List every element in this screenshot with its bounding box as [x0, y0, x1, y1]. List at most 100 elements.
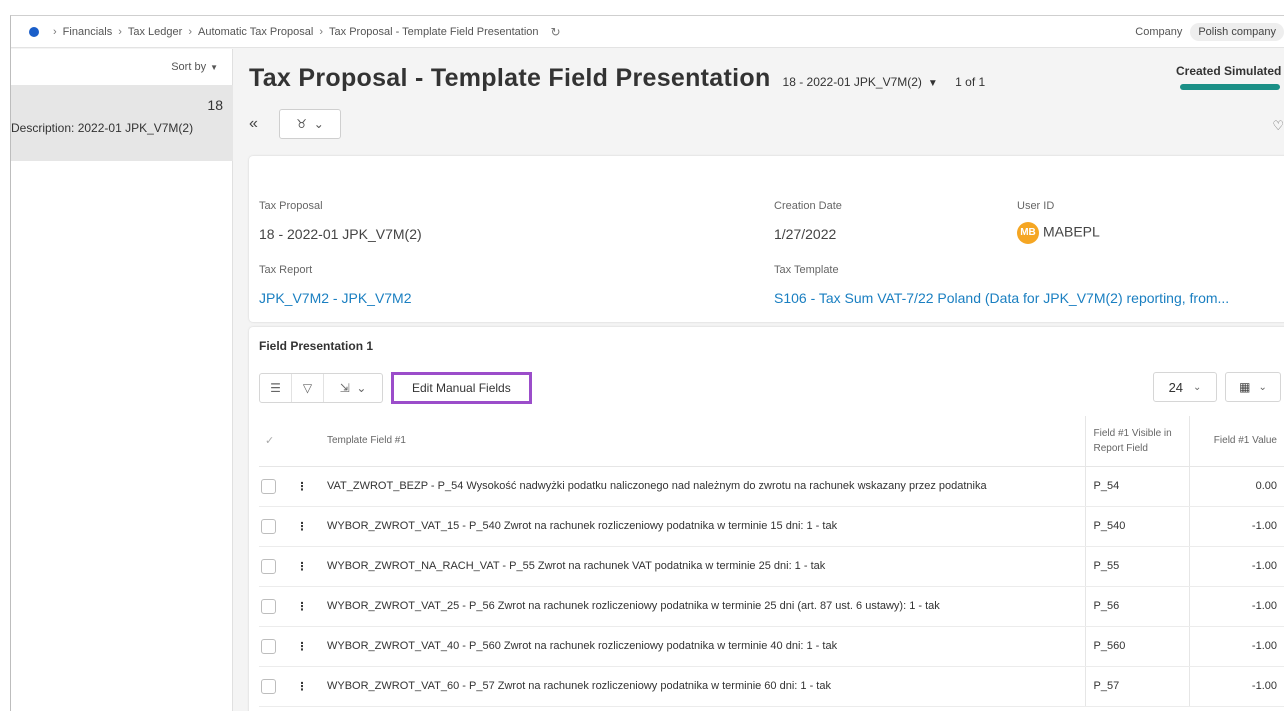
more-options-icon[interactable]: ⋮ — [287, 506, 317, 547]
avatar: MB — [1017, 222, 1039, 244]
description-value: 2022-01 JPK_V7M(2) — [77, 121, 194, 135]
status-indicator: Created Simulated — [1176, 64, 1282, 90]
chevron-right-icon: › — [53, 25, 57, 38]
tax-template-label: Tax Template — [774, 264, 839, 276]
list-item-description: Description: 2022-01 JPK_V7M(2) — [11, 121, 233, 135]
field-value-cell: -1.00 — [1188, 506, 1284, 547]
column-header-template-field[interactable]: Template Field #1 — [317, 416, 1085, 467]
collapse-panel-icon[interactable]: « — [249, 115, 269, 133]
table-header-row: ✓ Template Field #1 Field #1 Visible in … — [259, 416, 1284, 467]
more-options-icon[interactable]: ⋮ — [287, 666, 317, 707]
table-toolbar: ☰ ▽ ⇲ ⌄ Edit Manual Fields — [259, 372, 532, 404]
company-label: Company — [1135, 26, 1183, 38]
select-all-checkbox[interactable]: ✓ — [259, 416, 287, 467]
table-row[interactable]: ⋮ WYBOR_ZWROT_NA_RACH_VAT - P_55 Zwrot n… — [259, 546, 1284, 587]
record-count: 1 of 1 — [955, 75, 986, 89]
table-row[interactable]: ⋮ WYBOR_ZWROT_VAT_60 - P_57 Zwrot na rac… — [259, 666, 1284, 707]
record-selector-value: 18 - 2022-01 JPK_V7M(2) — [782, 75, 922, 89]
caret-down-icon: ▼ — [210, 63, 218, 72]
record-list-panel: Sort by ▼ 18 Description: 2022-01 JPK_V7M… — [11, 49, 233, 711]
notification-menu-button[interactable]: ♉ ⌄ — [279, 109, 341, 139]
tax-report-link[interactable]: JPK_V7M2 - JPK_V7M2 — [259, 290, 412, 306]
chevron-down-icon: ⌄ — [1193, 381, 1202, 393]
breadcrumb-item-financials[interactable]: Financials — [63, 26, 113, 38]
tax-template-link[interactable]: S106 - Tax Sum VAT-7/22 Poland (Data for… — [774, 290, 1229, 306]
field-value-cell: 0.00 — [1188, 466, 1284, 507]
page-size-select[interactable]: 24 ⌄ — [1153, 372, 1217, 402]
export-icon: ⇲ — [339, 381, 350, 395]
row-checkbox[interactable] — [261, 518, 276, 534]
field-value-cell: -1.00 — [1188, 546, 1284, 587]
table-row[interactable]: ⋮ WYBOR_ZWROT_VAT_25 - P_56 Zwrot na rac… — [259, 586, 1284, 627]
tax-template-field: Tax Template S106 - Tax Sum VAT-7/22 Pol… — [774, 264, 1229, 306]
home-icon[interactable] — [29, 26, 39, 37]
chevron-right-icon: › — [118, 25, 122, 38]
record-selector[interactable]: 18 - 2022-01 JPK_V7M(2) ▼ 1 of 1 — [783, 75, 986, 89]
row-checkbox[interactable] — [261, 678, 276, 694]
status-label: Created Simulated — [1176, 64, 1282, 78]
template-field-cell: WYBOR_ZWROT_VAT_15 - P_540 Zwrot na rach… — [317, 506, 1085, 547]
user-id-value: MABEPL — [1043, 223, 1100, 240]
user-id-label: User ID — [1017, 200, 1055, 212]
field-presentation-card: Field Presentation 1 ☰ ▽ ⇲ ⌄ Edit Manual… — [249, 327, 1284, 711]
chevron-down-icon: ⌄ — [1258, 381, 1267, 393]
caret-down-icon[interactable]: ▼ — [928, 78, 938, 89]
more-options-icon[interactable]: ⋮ — [287, 466, 317, 507]
column-settings-button[interactable]: ▦ ⌄ — [1225, 372, 1281, 402]
tax-report-label: Tax Report — [259, 264, 313, 276]
more-options-icon[interactable]: ⋮ — [287, 626, 317, 667]
chevron-down-icon: ⌄ — [313, 117, 324, 131]
column-header-visible-report-field[interactable]: Field #1 Visible in Report Field — [1084, 416, 1189, 467]
edit-manual-fields-button[interactable]: Edit Manual Fields — [391, 372, 532, 404]
list-view-icon[interactable]: ☰ — [260, 374, 292, 402]
breadcrumb-item-current: Tax Proposal - Template Field Presentati… — [329, 25, 539, 38]
more-options-icon[interactable]: ⋮ — [287, 546, 317, 587]
list-item[interactable]: 18 Description: 2022-01 JPK_V7M(2) — [11, 85, 233, 161]
row-checkbox[interactable] — [261, 558, 276, 574]
field-table: ✓ Template Field #1 Field #1 Visible in … — [259, 416, 1284, 707]
row-checkbox[interactable] — [261, 598, 276, 614]
row-menu-header — [287, 416, 317, 467]
table-row[interactable]: ⋮ WYBOR_ZWROT_VAT_40 - P_560 Zwrot na ra… — [259, 626, 1284, 667]
user-id-field: User ID MB MABEPL — [1017, 200, 1100, 244]
chevron-right-icon: › — [319, 25, 324, 38]
breadcrumb: › Financials › Tax Ledger › Automatic Ta… — [47, 25, 561, 39]
page-size-value: 24 — [1168, 379, 1184, 395]
export-menu-button[interactable]: ⇲ ⌄ — [324, 374, 382, 402]
field-value-cell: -1.00 — [1188, 666, 1284, 707]
page-toolbar: « ♉ ⌄ — [249, 109, 341, 139]
filter-icon[interactable]: ▽ — [292, 374, 324, 402]
favorite-icon[interactable]: ♡ — [1272, 118, 1284, 134]
check-icon: ✓ — [265, 435, 275, 448]
sort-by-button[interactable]: Sort by ▼ — [171, 61, 218, 73]
tax-proposal-field: Tax Proposal 18 - 2022-01 JPK_V7M(2) — [259, 200, 422, 242]
list-item-id: 18 — [207, 97, 223, 113]
row-checkbox[interactable] — [261, 638, 276, 654]
template-field-cell: WYBOR_ZWROT_VAT_60 - P_57 Zwrot na rachu… — [317, 666, 1085, 707]
row-checkbox[interactable] — [261, 478, 276, 494]
column-header-field-value[interactable]: Field #1 Value — [1188, 416, 1284, 467]
template-field-cell: WYBOR_ZWROT_VAT_25 - P_56 Zwrot na rachu… — [317, 586, 1085, 627]
table-row[interactable]: ⋮ WYBOR_ZWROT_VAT_15 - P_540 Zwrot na ra… — [259, 506, 1284, 547]
creation-date-value: 1/27/2022 — [774, 226, 837, 242]
status-progress-bar — [1180, 84, 1280, 90]
company-value[interactable]: Polish company — [1190, 23, 1284, 41]
breadcrumb-item-tax-ledger[interactable]: Tax Ledger — [128, 26, 182, 38]
bell-icon: ♉ — [296, 117, 308, 131]
table-row[interactable]: ⋮ VAT_ZWROT_BEZP - P_54 Wysokość nadwyżk… — [259, 466, 1284, 507]
template-field-cell: VAT_ZWROT_BEZP - P_54 Wysokość nadwyżki … — [317, 466, 1085, 507]
field-value-cell: -1.00 — [1188, 586, 1284, 627]
creation-date-label: Creation Date — [774, 200, 842, 212]
report-field-cell: P_560 — [1084, 626, 1189, 667]
tax-report-field: Tax Report JPK_V7M2 - JPK_V7M2 — [259, 264, 412, 306]
report-field-cell: P_55 — [1084, 546, 1189, 587]
description-label: Description: — [11, 121, 75, 135]
refresh-icon[interactable]: ↻ — [551, 25, 561, 39]
template-field-cell: WYBOR_ZWROT_NA_RACH_VAT - P_55 Zwrot na … — [317, 546, 1085, 587]
more-options-icon[interactable]: ⋮ — [287, 586, 317, 627]
field-presentation-title: Field Presentation 1 — [259, 339, 374, 353]
table-grid-icon: ▦ — [1239, 380, 1251, 394]
app-frame: › Financials › Tax Ledger › Automatic Ta… — [10, 15, 1284, 711]
sort-by-label: Sort by — [171, 61, 207, 73]
breadcrumb-item-automatic-tax-proposal[interactable]: Automatic Tax Proposal — [198, 26, 313, 38]
